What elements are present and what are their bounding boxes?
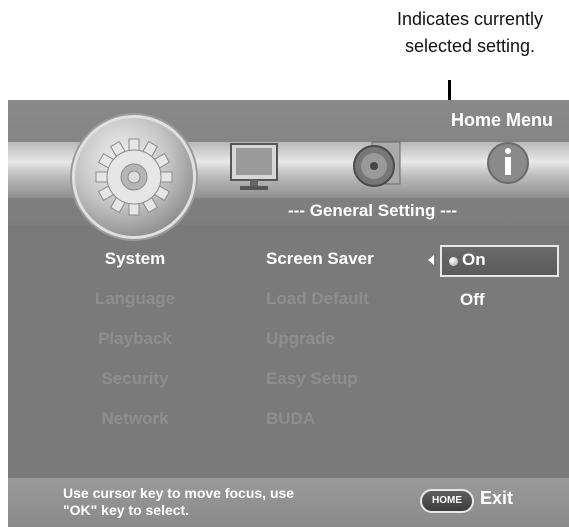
category-language[interactable]: Language (75, 289, 195, 309)
home-menu-title: Home Menu (450, 110, 553, 130)
section-title: --- General Setting --- (288, 201, 458, 220)
footer-hint: Use cursor key to move focus, use "OK" k… (63, 485, 294, 519)
home-key-icon[interactable]: HOME (420, 489, 474, 513)
option-easy-setup[interactable]: Easy Setup (266, 369, 358, 389)
option-upgrade[interactable]: Upgrade (266, 329, 335, 349)
footer-bar: Use cursor key to move focus, use "OK" k… (8, 478, 569, 527)
category-network[interactable]: Network (75, 409, 195, 429)
option-buda[interactable]: BUDA (266, 409, 315, 429)
exit-label[interactable]: Exit (480, 488, 513, 509)
footer-hint-line-2: "OK" key to select. (63, 502, 190, 518)
radio-dot-icon (449, 257, 458, 266)
option-load-default[interactable]: Load Default (266, 289, 369, 309)
callout-annotation: Indicates currently selected setting. (380, 6, 560, 60)
home-menu-screen: Home Menu --- General Setting --- System… (8, 100, 569, 527)
callout-line-1: Indicates currently (396, 9, 544, 29)
monitor-icon[interactable] (228, 142, 282, 194)
callout-line-2: selected setting. (404, 36, 536, 56)
option-screen-saver[interactable]: Screen Saver (266, 249, 374, 269)
music-icon[interactable] (352, 138, 404, 190)
value-on-label: On (462, 250, 486, 269)
left-arrow-icon (428, 255, 434, 265)
value-off[interactable]: Off (460, 290, 485, 310)
category-security[interactable]: Security (75, 369, 195, 389)
gear-icon[interactable] (72, 115, 196, 239)
category-playback[interactable]: Playback (75, 329, 195, 349)
footer-hint-line-1: Use cursor key to move focus, use (63, 485, 295, 501)
info-icon[interactable] (483, 138, 533, 188)
value-on-selected[interactable]: On (440, 245, 559, 277)
category-system[interactable]: System (75, 249, 195, 269)
